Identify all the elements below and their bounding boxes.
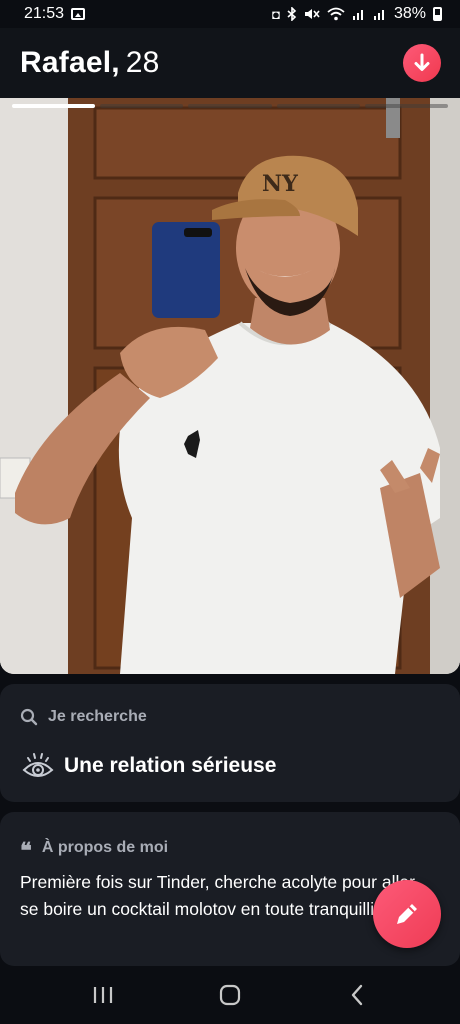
- photo-indicator[interactable]: [12, 104, 96, 108]
- photo-indicator[interactable]: [188, 104, 272, 108]
- looking-for-heading: Je recherche: [48, 708, 147, 725]
- search-icon: [20, 708, 38, 726]
- mute-icon: [304, 9, 320, 19]
- battery-percent: 38%: [393, 5, 426, 22]
- status-right: ◘ 38%: [272, 5, 442, 23]
- signal-icon: [373, 10, 384, 20]
- profile-photo[interactable]: NY: [0, 98, 460, 674]
- status-left: 21:53: [24, 5, 86, 23]
- pencil-icon: [397, 904, 417, 924]
- data-saver-icon: ◘: [272, 6, 280, 22]
- looking-for-value: Une relation sérieuse: [22, 750, 276, 782]
- photo-indicator[interactable]: [100, 104, 184, 108]
- about-header: ❝ À propos de moi: [20, 834, 168, 862]
- looking-for-text: Une relation sérieuse: [64, 754, 277, 777]
- collapse-profile-button[interactable]: [403, 44, 441, 82]
- profile-screen: 21:53 ◘ 38% Rafael, 28 NY Je recherche U…: [0, 0, 460, 1024]
- arrow-down-icon: [414, 53, 430, 71]
- wifi-icon: [327, 7, 345, 21]
- edit-profile-button[interactable]: [373, 880, 441, 948]
- system-nav-bar: [0, 966, 460, 1024]
- home-icon: [219, 984, 241, 1006]
- back-icon: [351, 984, 362, 1006]
- eye-icon: [22, 753, 54, 777]
- quote-icon: ❝: [20, 838, 32, 864]
- recent-apps-icon: [94, 987, 113, 1003]
- profile-name: Rafael,: [20, 46, 120, 79]
- status-bar: 21:53 ◘ 38%: [0, 0, 460, 28]
- recent-apps-button[interactable]: [73, 975, 133, 1015]
- looking-for-header: Je recherche: [20, 708, 147, 726]
- profile-age: 28: [125, 46, 160, 79]
- gallery-icon: [71, 8, 86, 20]
- bluetooth-icon: [287, 7, 297, 21]
- photo-indicator[interactable]: [276, 104, 360, 108]
- looking-for-card: Je recherche Une relation sérieuse: [0, 684, 460, 802]
- about-text: Première fois sur Tinder, cherche acolyt…: [20, 872, 416, 919]
- photo-image: NY: [0, 98, 460, 674]
- photo-indicator[interactable]: [364, 104, 449, 108]
- status-time: 21:53: [24, 5, 65, 22]
- signal-icon: [352, 10, 363, 20]
- home-button[interactable]: [200, 975, 260, 1015]
- photo-indicators: [12, 104, 449, 109]
- svg-text:NY: NY: [262, 171, 298, 197]
- battery-icon: [433, 7, 442, 21]
- about-heading: À propos de moi: [41, 839, 169, 856]
- back-button[interactable]: [327, 975, 387, 1015]
- profile-header: Rafael, 28: [0, 28, 460, 98]
- profile-title: Rafael, 28: [20, 46, 160, 80]
